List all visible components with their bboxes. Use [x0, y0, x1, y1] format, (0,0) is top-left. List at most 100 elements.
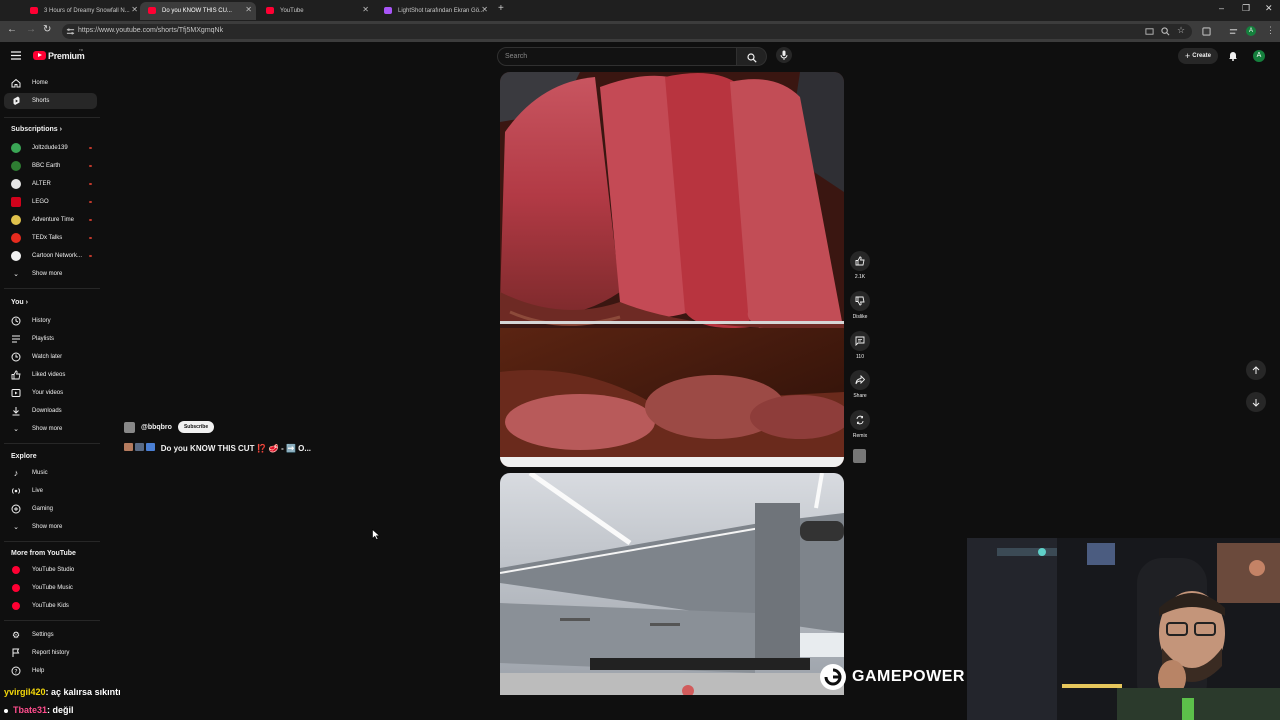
- address-bar[interactable]: https://www.youtube.com/shorts/Tfj5MXgmq…: [62, 24, 1192, 39]
- browser-tab-lightshot[interactable]: LightShot tarafından Ekran Gö... ✕: [376, 2, 492, 20]
- comments-button[interactable]: [850, 331, 870, 351]
- sidebar-item-settings[interactable]: ⚙ Settings: [4, 627, 97, 643]
- create-button[interactable]: + Create: [1178, 48, 1218, 64]
- youtube-logo-icon[interactable]: [33, 51, 46, 60]
- sidebar-item-help[interactable]: ? Help: [4, 663, 97, 679]
- site-info-icon[interactable]: [66, 27, 75, 36]
- short-video-player[interactable]: [500, 72, 844, 467]
- close-tab-icon[interactable]: ✕: [131, 5, 138, 14]
- next-short-preview[interactable]: [500, 473, 844, 695]
- next-short-button[interactable]: [1246, 392, 1266, 412]
- account-avatar[interactable]: A: [1253, 50, 1265, 62]
- comment-icon: [855, 336, 865, 346]
- close-tab-icon[interactable]: ✕: [481, 5, 488, 14]
- extensions-icon[interactable]: [1202, 27, 1211, 36]
- sidebar-item-music[interactable]: ♪ Music: [4, 465, 97, 481]
- sidebar-item-youtube-studio[interactable]: YouTube Studio: [4, 562, 97, 578]
- sidebar-item-playlists[interactable]: Playlists: [4, 331, 97, 347]
- subscription-item[interactable]: Adventure Time: [4, 212, 97, 228]
- minimize-icon[interactable]: –: [1219, 3, 1224, 13]
- remix-action[interactable]: Remix: [848, 410, 872, 439]
- notifications-bell-icon[interactable]: [1228, 50, 1238, 61]
- comments-action[interactable]: 110: [848, 331, 872, 360]
- mouse-cursor-icon: [372, 529, 380, 540]
- sidebar-item-shorts[interactable]: Shorts: [4, 93, 97, 109]
- like-button[interactable]: [850, 251, 870, 271]
- remix-button[interactable]: [850, 410, 870, 430]
- sidebar-divider: [4, 541, 100, 542]
- subscription-item[interactable]: Cartoon Network...: [4, 248, 97, 264]
- sidebar-item-label: Show more: [32, 426, 63, 432]
- sidebar-divider: [4, 443, 100, 444]
- sidebar-item-label: Show more: [32, 271, 63, 277]
- subscription-item[interactable]: TEDx Talks: [4, 230, 97, 246]
- share-button[interactable]: [850, 370, 870, 390]
- chat-username: yvirgil420: [4, 687, 46, 697]
- streamer-webcam: [967, 538, 1280, 720]
- you-heading[interactable]: You ›: [11, 299, 28, 306]
- close-tab-icon[interactable]: ✕: [362, 5, 369, 14]
- sidebar-item-liked-videos[interactable]: Liked videos: [4, 367, 97, 383]
- explore-show-more[interactable]: ⌄ Show more: [4, 519, 97, 535]
- sidebar-item-report-history[interactable]: Report history: [4, 645, 97, 661]
- guide-menu-icon[interactable]: [11, 51, 21, 60]
- thumbs-up-icon: [11, 370, 21, 380]
- sidebar-item-home[interactable]: Home: [4, 75, 97, 91]
- sound-thumbnail[interactable]: [853, 449, 866, 463]
- chat-text: değil: [52, 705, 74, 715]
- subscriptions-show-more[interactable]: ⌄ Show more: [4, 266, 97, 282]
- logo-text[interactable]: Premium: [48, 51, 85, 61]
- like-action[interactable]: 2.1K: [848, 251, 872, 280]
- shorts-icon: [11, 96, 21, 106]
- sidebar-item-downloads[interactable]: Downloads: [4, 403, 97, 419]
- dislike-action[interactable]: Dislike: [848, 291, 872, 320]
- sidebar-item-history[interactable]: History: [4, 313, 97, 329]
- search-button[interactable]: [737, 47, 767, 66]
- sidebar-item-watch-later[interactable]: Watch later: [4, 349, 97, 365]
- browser-tab-youtube[interactable]: YouTube ✕: [258, 2, 373, 20]
- previous-short-button[interactable]: [1246, 360, 1266, 380]
- share-action[interactable]: Share: [848, 370, 872, 399]
- you-show-more[interactable]: ⌄ Show more: [4, 421, 97, 437]
- subscription-item[interactable]: Joltzdude139: [4, 140, 97, 156]
- close-tab-icon[interactable]: ✕: [245, 5, 252, 14]
- forward-icon[interactable]: →: [26, 24, 36, 35]
- browser-menu-icon[interactable]: ⋮: [1266, 25, 1275, 36]
- reload-icon[interactable]: ↻: [43, 24, 51, 35]
- zoom-icon[interactable]: [1161, 27, 1170, 36]
- your-videos-icon: [11, 388, 21, 398]
- bookmark-star-icon[interactable]: ☆: [1177, 25, 1185, 36]
- close-window-icon[interactable]: ✕: [1265, 3, 1273, 14]
- subscribe-button[interactable]: Subscribe: [177, 421, 215, 433]
- channel-handle[interactable]: @bbqbro: [141, 424, 172, 431]
- help-icon: ?: [11, 666, 21, 676]
- new-tab-icon[interactable]: +: [498, 3, 504, 14]
- channel-avatar[interactable]: [124, 421, 135, 433]
- sidebar-item-your-videos[interactable]: Your videos: [4, 385, 97, 401]
- subscription-item[interactable]: LEGO: [4, 194, 97, 210]
- voice-search-button[interactable]: [776, 47, 792, 63]
- browser-tab-snowfall[interactable]: 3 Hours of Dreamy Snowfall N... ✕: [22, 2, 142, 20]
- sidebar-item-youtube-kids[interactable]: YouTube Kids: [4, 598, 97, 614]
- media-control-icon[interactable]: [1229, 27, 1238, 36]
- search-input[interactable]: Search: [497, 47, 737, 66]
- sidebar-item-youtube-music[interactable]: YouTube Music: [4, 580, 97, 596]
- channel-name: Cartoon Network...: [32, 253, 83, 259]
- home-icon: [11, 78, 21, 88]
- subscriptions-heading[interactable]: Subscriptions ›: [11, 126, 62, 133]
- sidebar-item-gaming[interactable]: Gaming: [4, 501, 97, 517]
- subscription-item[interactable]: ALTER: [4, 176, 97, 192]
- browser-tab-short[interactable]: Do you KNOW THIS CU... ✕: [140, 2, 256, 20]
- cast-icon[interactable]: [1145, 27, 1154, 36]
- plus-icon: +: [1185, 51, 1191, 61]
- live-indicator: [89, 147, 92, 149]
- sidebar-item-live[interactable]: Live: [4, 483, 97, 499]
- dislike-button[interactable]: [850, 291, 870, 311]
- short-title[interactable]: Do you KNOW THIS CUT ⁉️ 🥩 - ➡️ O...: [124, 443, 311, 453]
- subscription-item[interactable]: BBC Earth: [4, 158, 97, 174]
- back-icon[interactable]: ←: [7, 24, 17, 35]
- sidebar-item-label: YouTube Music: [32, 585, 73, 591]
- browser-profile-avatar[interactable]: A: [1246, 26, 1256, 36]
- maximize-icon[interactable]: ❐: [1242, 3, 1250, 14]
- clock-icon: [11, 352, 21, 362]
